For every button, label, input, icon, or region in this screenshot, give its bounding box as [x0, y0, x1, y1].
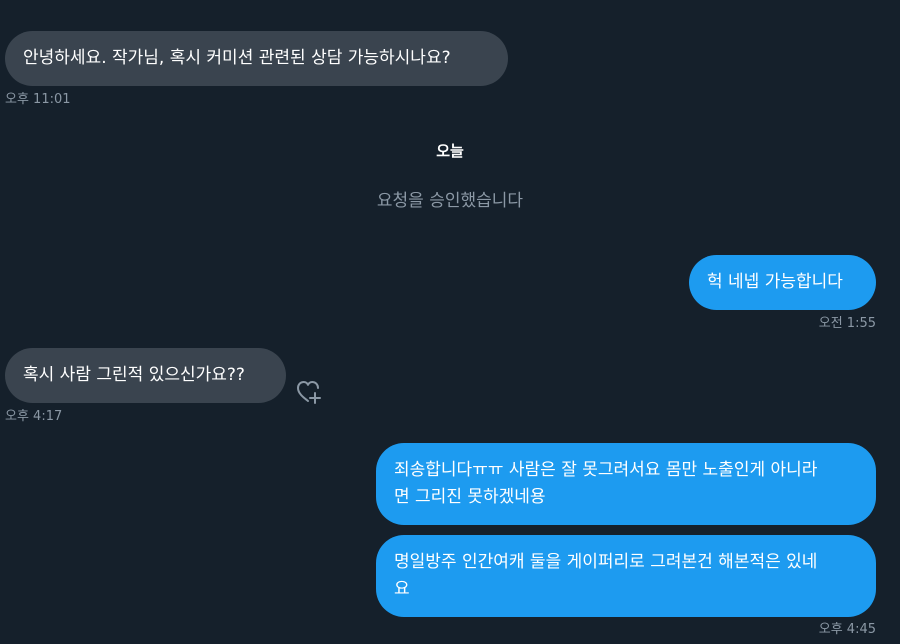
message-bubble-sent[interactable]: 죄송합니다ㅠㅠ 사람은 잘 못그려서요 몸만 노출인게 아니라 면 그리진 못하… — [376, 443, 876, 525]
message-timestamp: 오전 1:55 — [818, 316, 876, 331]
message-timestamp: 오후 11:01 — [5, 92, 71, 107]
day-divider: 오늘 — [436, 142, 464, 160]
message-bubble-sent[interactable]: 명일방주 인간여캐 둘을 게이퍼리로 그려본건 해본적은 있네 요 — [376, 535, 876, 617]
heart-plus-icon[interactable] — [295, 378, 323, 406]
system-message: 요청을 승인했습니다 — [376, 191, 524, 211]
message-bubble-received[interactable]: 혹시 사람 그린적 있으신가요?? — [5, 348, 286, 403]
message-bubble-received[interactable]: 안녕하세요. 작가님, 혹시 커미션 관련된 상담 가능하시나요? — [5, 31, 508, 86]
message-timestamp: 오후 4:45 — [818, 622, 876, 637]
clipped-top-icon — [438, 0, 458, 2]
message-timestamp: 오후 4:17 — [5, 409, 63, 424]
message-bubble-sent[interactable]: 헉 네넵 가능합니다 — [689, 255, 876, 310]
